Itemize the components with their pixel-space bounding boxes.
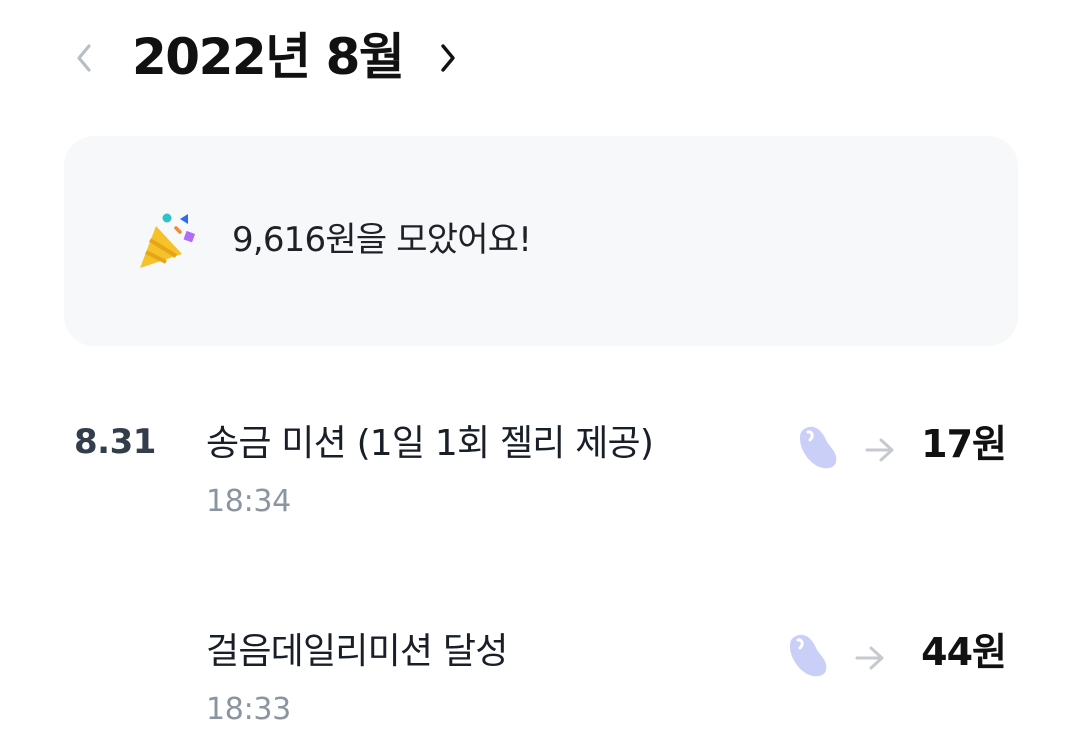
chevron-right-icon	[441, 44, 455, 72]
month-title: 2022년 8월	[132, 28, 405, 86]
transaction-title: 송금 미션 (1일 1회 젤리 제공)	[206, 423, 654, 464]
transaction-time: 18:34	[206, 484, 291, 519]
party-popper-icon	[140, 213, 196, 268]
arrow-right-icon	[855, 646, 884, 670]
transaction-time: 18:33	[206, 692, 291, 727]
jelly-icon	[800, 426, 837, 469]
arrow-right-icon	[865, 438, 894, 462]
savings-summary-card: 9,616원을 모았어요!	[64, 136, 1018, 346]
transaction-title: 걸음데일리미션 달성	[206, 631, 508, 672]
next-month-button[interactable]	[430, 40, 466, 76]
month-navigator: 2022년 8월	[0, 0, 1080, 115]
jelly-icon	[790, 634, 827, 677]
transaction-row[interactable]: 걸음데일리미션 달성 18:33 44원	[0, 608, 1080, 738]
transaction-amount: 44원	[921, 630, 1007, 674]
transaction-date: 8.31	[74, 422, 156, 462]
transaction-row[interactable]: 8.31 송금 미션 (1일 1회 젤리 제공) 18:34 17원	[0, 400, 1080, 530]
transaction-amount: 17원	[921, 422, 1007, 466]
prev-month-button[interactable]	[66, 40, 102, 76]
summary-total-text: 9,616원을 모았어요!	[232, 220, 532, 260]
chevron-left-icon	[77, 44, 91, 72]
